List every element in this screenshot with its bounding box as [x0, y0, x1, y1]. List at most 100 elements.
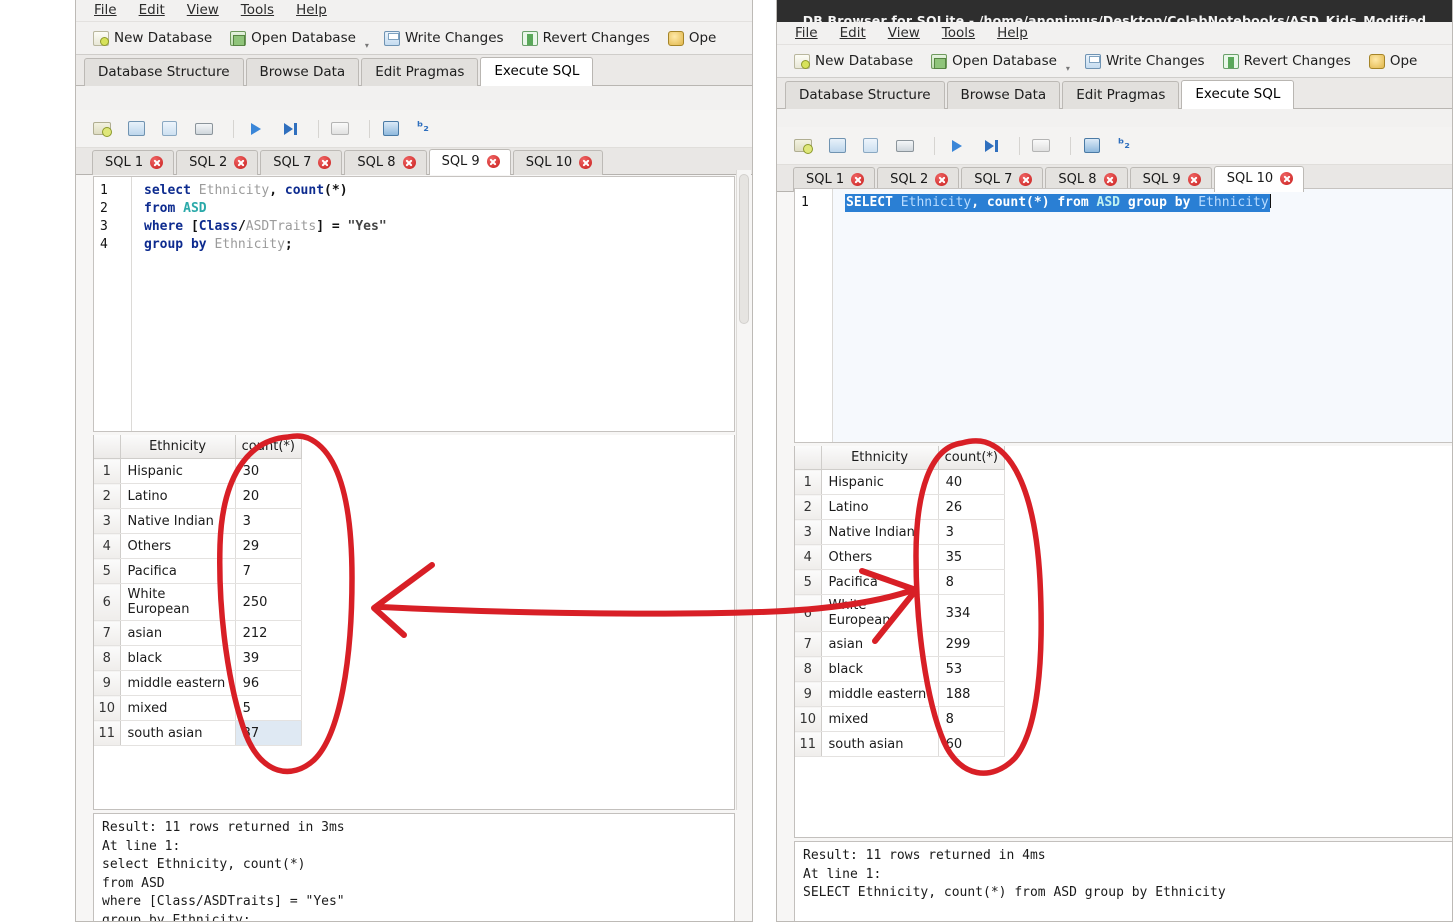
sql-tab-sql-10[interactable]: SQL 10 [512, 150, 604, 175]
menu-view[interactable]: View [878, 23, 930, 44]
ethnicity-cell[interactable]: south asian [120, 720, 236, 746]
row-number-cell[interactable]: 4 [94, 533, 121, 559]
count-cell[interactable]: 96 [235, 670, 303, 696]
ethnicity-cell[interactable]: Hispanic [821, 469, 939, 495]
count-cell[interactable]: 188 [938, 681, 1006, 707]
table-row[interactable]: 10 mixed 8 [795, 706, 1006, 732]
table-row[interactable]: 1 Hispanic 30 [94, 458, 303, 484]
open-tab-icon[interactable] [1080, 135, 1106, 157]
count-cell[interactable]: 3 [938, 519, 1006, 545]
count-cell[interactable]: 40 [938, 469, 1006, 495]
ethnicity-cell[interactable]: Latino [821, 494, 939, 520]
menu-edit[interactable]: Edit [129, 0, 175, 21]
close-icon[interactable] [150, 156, 164, 169]
ethnicity-cell[interactable]: Hispanic [120, 458, 236, 484]
close-icon[interactable] [579, 156, 593, 169]
column-header-ethnicity[interactable]: Ethnicity [120, 435, 236, 459]
ethnicity-cell[interactable]: Native Indian [821, 519, 939, 545]
row-number-cell[interactable]: 7 [795, 631, 822, 657]
ethnicity-cell[interactable]: black [821, 656, 939, 682]
open-sql-file-icon[interactable] [90, 118, 116, 140]
row-number-cell[interactable]: 3 [94, 508, 121, 534]
table-row[interactable]: 5 Pacifica 7 [94, 558, 303, 584]
close-icon[interactable] [402, 156, 416, 169]
count-cell[interactable]: 8 [938, 706, 1006, 732]
count-cell[interactable]: 212 [235, 620, 303, 646]
row-number-cell[interactable]: 2 [795, 494, 822, 520]
close-icon[interactable] [318, 156, 332, 169]
ethnicity-cell[interactable]: Pacifica [821, 569, 939, 595]
ethnicity-cell[interactable]: Others [821, 544, 939, 570]
sql-tab-sql-10[interactable]: SQL 10 [1213, 166, 1305, 192]
row-number-cell[interactable]: 3 [795, 519, 822, 545]
count-cell[interactable]: 20 [235, 483, 303, 509]
table-row[interactable]: 11 south asian 37 [94, 720, 303, 746]
ethnicity-cell[interactable]: Native Indian [120, 508, 236, 534]
row-number-cell[interactable]: 11 [94, 720, 121, 746]
ethnicity-cell[interactable]: asian [821, 631, 939, 657]
count-cell[interactable]: 26 [938, 494, 1006, 520]
sql-tab-sql-8[interactable]: SQL 8 [344, 150, 427, 175]
save-results-icon[interactable] [859, 135, 885, 157]
left-results-grid[interactable]: Ethnicity count(*) 1 Hispanic 30 2 Latino 20 3… [93, 435, 735, 810]
find-replace-icon[interactable]: ᵇ₂ [1114, 135, 1140, 157]
tab-execute-sql[interactable]: Execute SQL [1181, 80, 1295, 109]
row-number-cell[interactable]: 2 [94, 483, 121, 509]
table-row[interactable]: 6 White European 334 [795, 594, 1006, 632]
save-sql-file-icon[interactable] [124, 118, 150, 140]
menu-help[interactable]: Help [286, 0, 337, 21]
count-cell[interactable]: 334 [938, 594, 1006, 632]
row-number-cell[interactable]: 10 [795, 706, 822, 732]
close-icon[interactable] [935, 173, 949, 186]
write-changes-button[interactable]: Write Changes [375, 27, 513, 49]
right-sql-editor[interactable]: 1 SELECT Ethnicity, count(*) from ASD gr… [794, 188, 1452, 443]
column-header-count[interactable]: count(*) [938, 446, 1006, 470]
open-database-button[interactable]: Open Database [221, 27, 365, 49]
column-header-count[interactable]: count(*) [235, 435, 303, 459]
row-number-cell[interactable]: 11 [795, 731, 822, 757]
find-replace-icon[interactable]: ᵇ₂ [413, 118, 439, 140]
close-icon[interactable] [1019, 173, 1033, 186]
close-icon[interactable] [851, 173, 865, 186]
menu-file[interactable]: File [84, 0, 127, 21]
table-row[interactable]: 1 Hispanic 40 [795, 469, 1006, 495]
left-sql-editor[interactable]: 1234 select Ethnicity, count(*) from ASD… [93, 176, 735, 432]
revert-changes-button[interactable]: Revert Changes [513, 27, 659, 49]
count-cell[interactable]: 30 [235, 458, 303, 484]
sql-tab-sql-7[interactable]: SQL 7 [260, 150, 343, 175]
row-number-cell[interactable]: 9 [795, 681, 822, 707]
new-database-button[interactable]: New Database [84, 27, 221, 49]
tab-execute-sql[interactable]: Execute SQL [480, 57, 594, 86]
row-number-cell[interactable]: 7 [94, 620, 121, 646]
count-cell[interactable]: 250 [235, 583, 303, 621]
open-sql-file-icon[interactable] [791, 135, 817, 157]
ethnicity-cell[interactable]: mixed [821, 706, 939, 732]
table-row[interactable]: 4 Others 35 [795, 544, 1006, 570]
count-cell[interactable]: 5 [235, 695, 303, 721]
execute-current-line-icon[interactable] [978, 135, 1004, 157]
menu-tools[interactable]: Tools [231, 0, 284, 21]
table-row[interactable]: 2 Latino 26 [795, 494, 1006, 520]
table-row[interactable]: 6 White European 250 [94, 583, 303, 621]
tab-edit-pragmas[interactable]: Edit Pragmas [1062, 81, 1180, 109]
execute-current-line-icon[interactable] [277, 118, 303, 140]
left-vertical-scrollbar[interactable] [736, 170, 751, 810]
tab-edit-pragmas[interactable]: Edit Pragmas [361, 58, 479, 86]
ethnicity-cell[interactable]: south asian [821, 731, 939, 757]
count-cell[interactable]: 3 [235, 508, 303, 534]
menu-view[interactable]: View [177, 0, 229, 21]
sql-tab-sql-9[interactable]: SQL 9 [428, 149, 511, 175]
row-number-cell[interactable]: 10 [94, 695, 121, 721]
sql-tab-sql-2[interactable]: SQL 2 [176, 150, 259, 175]
print-icon[interactable] [192, 118, 218, 140]
ethnicity-cell[interactable]: Latino [120, 483, 236, 509]
row-number-cell[interactable]: 4 [795, 544, 822, 570]
menu-edit[interactable]: Edit [830, 23, 876, 44]
count-cell[interactable]: 7 [235, 558, 303, 584]
table-row[interactable]: 10 mixed 5 [94, 695, 303, 721]
row-number-cell[interactable]: 6 [795, 594, 822, 632]
open-database-dropdown-icon[interactable]: ▾ [1066, 64, 1076, 73]
row-number-cell[interactable]: 9 [94, 670, 121, 696]
table-row[interactable]: 9 middle eastern 188 [795, 681, 1006, 707]
ethnicity-cell[interactable]: Pacifica [120, 558, 236, 584]
